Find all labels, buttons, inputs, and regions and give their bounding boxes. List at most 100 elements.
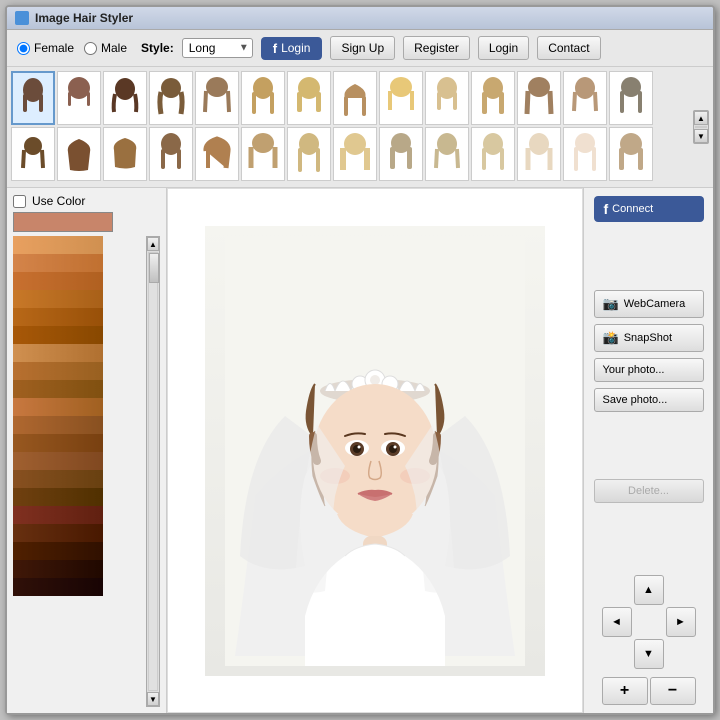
snapshot-label: SnapShot [624, 332, 672, 344]
signup-button[interactable]: Sign Up [330, 36, 395, 60]
use-color-checkbox[interactable] [13, 195, 26, 208]
style-select-wrapper: Long Short Medium Curly Wavy ▼ [182, 38, 253, 58]
color-swatch[interactable] [13, 212, 113, 232]
hair-item[interactable] [287, 127, 331, 181]
color-strip[interactable] [13, 524, 103, 542]
nav-left-button[interactable]: ◄ [602, 607, 632, 637]
hair-item[interactable] [57, 127, 101, 181]
radio-female[interactable]: Female [17, 41, 74, 55]
hair-item[interactable] [241, 127, 285, 181]
female-radio[interactable] [17, 42, 30, 55]
color-strip[interactable] [13, 326, 103, 344]
color-strip[interactable] [13, 470, 103, 488]
hair-item[interactable] [609, 127, 653, 181]
login-button[interactable]: Login [478, 36, 529, 60]
app-window: Image Hair Styler Female Male Style: Lon… [5, 5, 715, 715]
hair-item[interactable] [333, 127, 377, 181]
hair-item[interactable] [563, 71, 607, 125]
hair-item[interactable] [563, 127, 607, 181]
webcamera-button[interactable]: 📷 WebCamera [594, 290, 704, 318]
zoom-in-button[interactable]: + [602, 677, 648, 705]
radio-male[interactable]: Male [84, 41, 127, 55]
color-strip[interactable] [13, 362, 103, 380]
contact-button[interactable]: Contact [537, 36, 600, 60]
color-scroll-up[interactable]: ▲ [147, 237, 159, 251]
hair-item[interactable] [195, 71, 239, 125]
fb-login-label: Login [281, 41, 310, 55]
scroll-up-btn[interactable]: ▲ [694, 111, 708, 125]
nav-down-button[interactable]: ▼ [634, 639, 664, 669]
color-strip[interactable] [13, 560, 103, 578]
color-scrollbar[interactable]: ▲ ▼ [146, 236, 160, 707]
color-strip[interactable] [13, 398, 103, 416]
fb-connect-label: Connect [612, 203, 653, 215]
hair-item[interactable] [287, 71, 331, 125]
hair-item[interactable] [241, 71, 285, 125]
fb-connect-button[interactable]: f Connect [594, 196, 704, 222]
hair-item[interactable] [379, 71, 423, 125]
nav-grid: ▲ ◄ ► ▼ [602, 575, 696, 669]
color-strip[interactable] [13, 488, 103, 506]
color-scroll-thumb [148, 252, 158, 691]
color-strip[interactable] [13, 308, 103, 326]
hair-item[interactable] [11, 71, 55, 125]
register-button[interactable]: Register [403, 36, 470, 60]
nav-up-button[interactable]: ▲ [634, 575, 664, 605]
color-strip[interactable] [13, 434, 103, 452]
color-strip[interactable] [13, 290, 103, 308]
facebook-icon: f [273, 41, 277, 56]
gallery-scrollbar[interactable]: ▲ ▼ [693, 110, 709, 144]
hair-item[interactable] [517, 127, 561, 181]
hair-item[interactable] [517, 71, 561, 125]
hair-item[interactable] [379, 127, 423, 181]
right-panel: f Connect 📷 WebCamera 📸 SnapShot Your ph… [583, 188, 713, 713]
your-photo-button[interactable]: Your photo... [594, 358, 704, 382]
style-select[interactable]: Long Short Medium Curly Wavy [182, 38, 253, 58]
hair-item[interactable] [149, 127, 193, 181]
color-strip[interactable] [13, 272, 103, 290]
hair-item[interactable] [609, 71, 653, 125]
color-strip[interactable] [13, 542, 103, 560]
color-strip[interactable] [13, 452, 103, 470]
color-scroll-down[interactable]: ▼ [147, 692, 159, 706]
zoom-out-button[interactable]: − [650, 677, 696, 705]
delete-label: Delete... [628, 485, 669, 497]
scroll-track [695, 126, 707, 128]
hair-item[interactable] [425, 127, 469, 181]
nav-right-button[interactable]: ► [666, 607, 696, 637]
color-strip[interactable] [13, 344, 103, 362]
hair-item[interactable] [57, 71, 101, 125]
hair-row-2 [11, 127, 693, 181]
color-strip[interactable] [13, 506, 103, 524]
main-area: Use Color [7, 188, 713, 713]
fb-login-button[interactable]: f Login [261, 37, 323, 60]
save-photo-label: Save photo... [603, 394, 668, 406]
color-palette-wrapper: ▲ ▼ [13, 236, 160, 707]
color-strip[interactable] [13, 578, 103, 596]
hair-item[interactable] [333, 71, 377, 125]
color-strip[interactable] [13, 236, 103, 254]
scroll-down-btn[interactable]: ▼ [694, 129, 708, 143]
male-radio[interactable] [84, 42, 97, 55]
color-strip[interactable] [13, 254, 103, 272]
save-photo-button[interactable]: Save photo... [594, 388, 704, 412]
color-strip[interactable] [13, 416, 103, 434]
zoom-row: + − [602, 677, 696, 705]
hair-item[interactable] [103, 71, 147, 125]
snapshot-icon: 📸 [603, 330, 619, 346]
center-panel [167, 188, 583, 713]
use-color-label: Use Color [32, 194, 85, 208]
hair-item[interactable] [471, 71, 515, 125]
title-bar: Image Hair Styler [7, 7, 713, 30]
hair-item[interactable] [195, 127, 239, 181]
hair-item[interactable] [471, 127, 515, 181]
color-strip[interactable] [13, 380, 103, 398]
hair-item[interactable] [149, 71, 193, 125]
hair-item[interactable] [11, 127, 55, 181]
webcamera-label: WebCamera [624, 298, 686, 310]
hair-item[interactable] [103, 127, 147, 181]
camera-icon: 📷 [603, 296, 619, 312]
hair-item[interactable] [425, 71, 469, 125]
male-label: Male [101, 41, 127, 55]
snapshot-button[interactable]: 📸 SnapShot [594, 324, 704, 352]
